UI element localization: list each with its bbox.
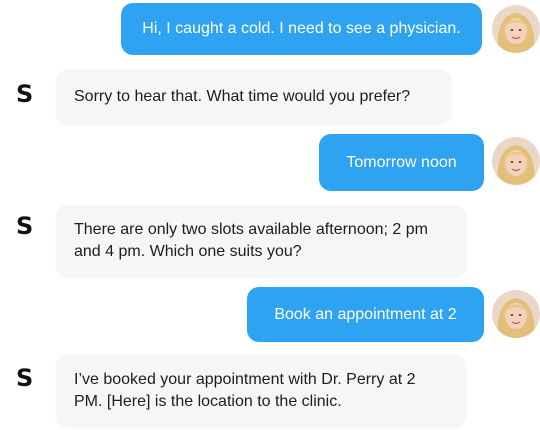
- user-avatar-icon: [492, 290, 540, 338]
- bot-avatar-letter: S: [16, 80, 34, 108]
- user-avatar: [492, 290, 540, 338]
- user-message-bubble: Tomorrow noon: [319, 134, 484, 191]
- bot-message-bubble: Sorry to hear that. What time would you …: [56, 70, 452, 124]
- bot-avatar-letter: S: [16, 212, 34, 240]
- bot-message-bubble: I’ve booked your appointment with Dr. Pe…: [56, 355, 466, 427]
- user-avatar: [492, 137, 540, 185]
- bot-message-bubble: There are only two slots available after…: [56, 205, 466, 277]
- user-message-bubble: Hi, I caught a cold. I need to see a phy…: [121, 3, 482, 55]
- user-avatar: [492, 5, 540, 53]
- bot-avatar-letter: S: [16, 364, 34, 392]
- user-message-bubble: Book an appointment at 2: [247, 287, 484, 342]
- user-avatar-icon: [492, 137, 540, 185]
- user-avatar-icon: [492, 5, 540, 53]
